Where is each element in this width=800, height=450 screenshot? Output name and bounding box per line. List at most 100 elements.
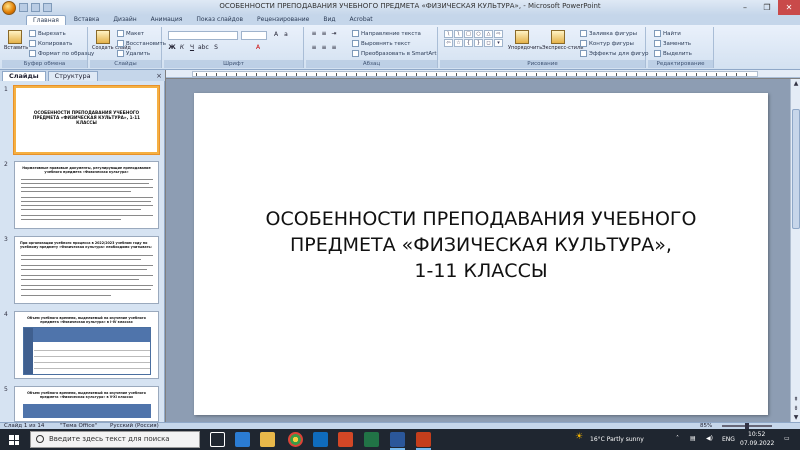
slide-thumbnail[interactable]: ОСОБЕННОСТИ ПРЕПОДАВАНИЯ УЧЕБНОГО ПРЕДМЕ… xyxy=(14,86,159,154)
new-slide-button[interactable]: Создать слайд xyxy=(92,29,131,59)
word-icon[interactable] xyxy=(390,432,405,447)
bold-button[interactable]: Ж xyxy=(168,44,176,52)
drawing-group-label: Рисование xyxy=(440,60,645,68)
scroll-up-icon[interactable]: ▲ xyxy=(791,79,800,88)
shape-effects-button[interactable]: Эффекты для фигур xyxy=(580,49,649,58)
undo-icon[interactable] xyxy=(31,3,40,12)
slide-title-placeholder[interactable]: ОСОБЕННОСТИ ПРЕПОДАВАНИЯ УЧЕБНОГО ПРЕДМЕ… xyxy=(214,206,748,284)
oval-shape-icon[interactable]: ○ xyxy=(474,30,483,38)
shadow-button[interactable]: S xyxy=(212,44,220,52)
line-shape-icon[interactable]: \ xyxy=(444,30,453,38)
slide-thumbnail[interactable]: Объем учебного времени, выделяемый на из… xyxy=(14,386,159,422)
align-center-icon[interactable]: ≡ xyxy=(320,44,328,52)
align-text-button[interactable]: Выровнять текст xyxy=(352,39,410,48)
tab-outline[interactable]: Структура xyxy=(47,71,98,81)
slide-thumbnail[interactable]: Объем учебного времени, выделяемый на из… xyxy=(14,311,159,379)
triangle-shape-icon[interactable]: △ xyxy=(484,30,493,38)
delete-slide-button[interactable]: Удалить xyxy=(117,49,150,58)
arrow-shape-icon[interactable]: ⇨ xyxy=(494,30,503,38)
title-bar: ОСОБЕННОСТИ ПРЕПОДАВАНИЯ УЧЕБНОГО ПРЕДМЕ… xyxy=(0,0,800,15)
find-button[interactable]: Найти xyxy=(654,29,681,38)
clock-date[interactable]: 07.09.2022 xyxy=(740,440,774,447)
font-color-button[interactable]: A xyxy=(254,44,262,52)
quick-styles-button[interactable]: Экспресс-стили xyxy=(542,29,583,59)
font-name-combo[interactable] xyxy=(168,31,238,40)
notifications-icon[interactable]: ▭ xyxy=(784,435,790,442)
close-panel-icon[interactable]: × xyxy=(156,71,162,81)
align-right-icon[interactable]: ≡ xyxy=(330,44,338,52)
scroll-down-icon[interactable]: ▼ xyxy=(791,413,800,422)
bullets-icon[interactable]: ≡ xyxy=(310,30,318,38)
show-hidden-icons-icon[interactable]: ˄ xyxy=(676,435,679,442)
paste-button[interactable]: Вставить xyxy=(4,29,28,59)
tab-view[interactable]: Вид xyxy=(317,15,341,25)
slide-thumbnail[interactable]: Нормативные правовые документы, регулиру… xyxy=(14,161,159,229)
replace-button[interactable]: Заменить xyxy=(654,39,691,48)
numbering-icon[interactable]: ≡ xyxy=(320,30,328,38)
prev-slide-icon[interactable]: ⇞ xyxy=(791,395,800,404)
arrow-shape-icon[interactable]: ⇦ xyxy=(444,39,453,47)
reset-button[interactable]: Восстановить xyxy=(117,39,166,48)
select-button[interactable]: Выделить xyxy=(654,49,692,58)
tab-animations[interactable]: Анимация xyxy=(145,15,189,25)
callout-shape-icon[interactable]: ◻ xyxy=(484,39,493,47)
shape-fill-button[interactable]: Заливка фигуры xyxy=(580,29,637,38)
italic-button[interactable]: К xyxy=(178,44,186,52)
ribbon: Вставить Вырезать Копировать Формат по о… xyxy=(0,25,800,70)
save-icon[interactable] xyxy=(19,3,28,12)
rectangle-shape-icon[interactable]: □ xyxy=(464,30,473,38)
arrange-button[interactable]: Упорядочить xyxy=(508,29,542,59)
close-button[interactable]: ✕ xyxy=(778,0,800,15)
slide-thumbnail[interactable]: При организации учебного процесса в 2022… xyxy=(14,236,159,304)
powerpoint-icon[interactable] xyxy=(416,432,431,447)
file-explorer-icon[interactable] xyxy=(260,432,275,447)
task-view-icon[interactable] xyxy=(210,432,225,447)
store-icon[interactable] xyxy=(313,432,328,447)
brace-shape-icon[interactable]: } xyxy=(474,39,483,47)
current-slide[interactable]: ОСОБЕННОСТИ ПРЕПОДАВАНИЯ УЧЕБНОГО ПРЕДМЕ… xyxy=(194,93,768,415)
more-shapes-icon[interactable]: ▾ xyxy=(494,39,503,47)
brace-shape-icon[interactable]: { xyxy=(464,39,473,47)
text-direction-button[interactable]: Направление текста xyxy=(352,29,421,38)
indent-icon[interactable]: ⇥ xyxy=(330,30,338,38)
tab-insert[interactable]: Вставка xyxy=(68,15,105,25)
redo-icon[interactable] xyxy=(43,3,52,12)
smartart-button[interactable]: Преобразовать в SmartArt xyxy=(352,49,437,58)
language-indicator[interactable]: ENG xyxy=(722,436,735,443)
tab-home[interactable]: Главная xyxy=(26,15,66,25)
taskbar-search-box[interactable]: Введите здесь текст для поиска xyxy=(30,431,200,448)
line-shape-icon[interactable]: \ xyxy=(454,30,463,38)
cut-button[interactable]: Вырезать xyxy=(29,29,66,38)
tab-acrobat[interactable]: Acrobat xyxy=(344,15,379,25)
shrink-font-button[interactable]: a xyxy=(282,31,290,39)
underline-button[interactable]: Ч xyxy=(188,44,196,52)
format-painter-button[interactable]: Формат по образцу xyxy=(29,49,94,58)
tab-review[interactable]: Рецензирование xyxy=(251,15,315,25)
layout-button[interactable]: Макет xyxy=(117,29,144,38)
copy-button[interactable]: Копировать xyxy=(29,39,72,48)
maximize-button[interactable]: ❐ xyxy=(756,0,778,15)
scrollbar-thumb[interactable] xyxy=(792,109,800,229)
align-left-icon[interactable]: ≡ xyxy=(310,44,318,52)
excel-icon[interactable] xyxy=(364,432,379,447)
chrome-icon[interactable] xyxy=(288,432,303,447)
star-shape-icon[interactable]: ☆ xyxy=(454,39,463,47)
vertical-scrollbar[interactable]: ▲ ⇞ ⇟ ▼ xyxy=(790,79,800,422)
volume-icon[interactable]: ◀) xyxy=(706,435,713,442)
tab-design[interactable]: Дизайн xyxy=(107,15,142,25)
powerpoint-icon[interactable] xyxy=(338,432,353,447)
next-slide-icon[interactable]: ⇟ xyxy=(791,404,800,413)
edge-icon[interactable] xyxy=(235,432,250,447)
clock-time[interactable]: 10:52 xyxy=(748,431,765,438)
tab-slides[interactable]: Слайды xyxy=(2,71,46,81)
shape-outline-button[interactable]: Контур фигуры xyxy=(580,39,634,48)
tab-slide-show[interactable]: Показ слайдов xyxy=(190,15,249,25)
font-size-combo[interactable] xyxy=(241,31,267,40)
grow-font-button[interactable]: A xyxy=(272,31,280,39)
minimize-button[interactable]: – xyxy=(734,0,756,15)
network-icon[interactable]: ▤ xyxy=(690,435,696,442)
weather-text[interactable]: 16°C Partly sunny xyxy=(590,436,644,443)
strikethrough-button[interactable]: abc xyxy=(198,44,209,52)
office-button-icon[interactable] xyxy=(2,0,16,15)
start-button[interactable] xyxy=(2,431,26,448)
